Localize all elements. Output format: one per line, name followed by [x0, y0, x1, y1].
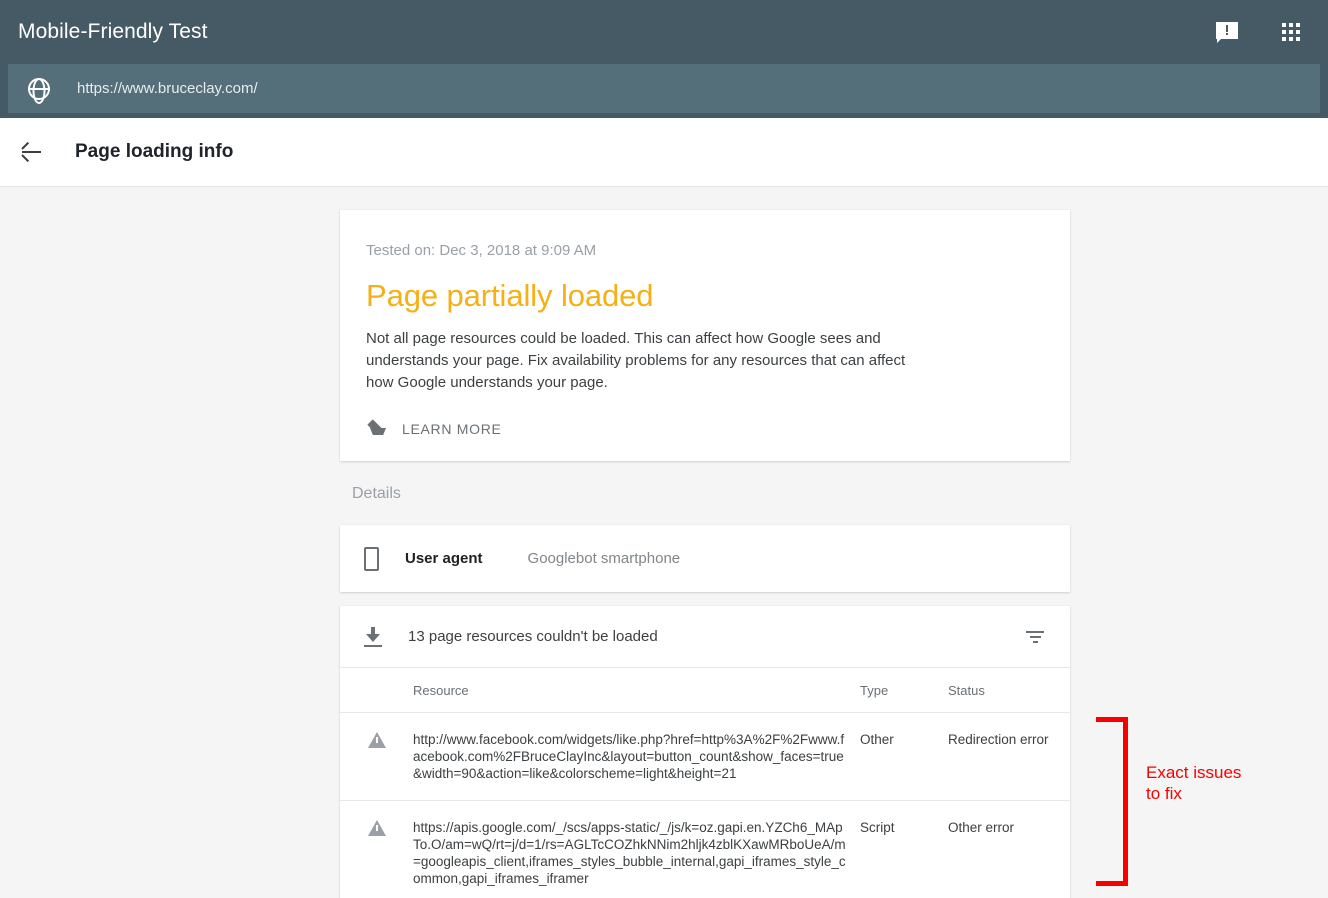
annotation-text: Exact issues to fix — [1146, 762, 1241, 804]
download-icon — [364, 626, 382, 647]
url-value: https://www.bruceclay.com/ — [77, 80, 258, 97]
column-header-resource: Resource — [413, 682, 469, 698]
resource-type: Script — [860, 820, 895, 835]
warning-triangle-icon — [367, 732, 386, 748]
feedback-bubble-icon — [1216, 21, 1238, 43]
page-resources-heading: 13 page resources couldn't be loaded — [408, 628, 658, 645]
page-title: Page loading info — [75, 141, 234, 162]
url-input[interactable]: https://www.bruceclay.com/ — [8, 64, 1320, 113]
table-row[interactable]: https://apis.google.com/_/scs/apps-stati… — [340, 801, 1070, 898]
app-title: Mobile-Friendly Test — [18, 20, 208, 43]
resource-status: Other error — [948, 820, 1015, 835]
graduation-cap-icon — [366, 419, 390, 439]
table-header-row: Resource Type Status — [340, 668, 1070, 713]
url-bar-container: https://www.bruceclay.com/ — [0, 64, 1328, 118]
row-icon-cell — [340, 819, 413, 836]
user-agent-value: Googlebot smartphone — [527, 550, 681, 567]
status-description: Not all page resources could be loaded. … — [366, 330, 906, 391]
resources-table: Resource Type Status http://www.facebook… — [340, 668, 1070, 898]
resource-status: Redirection error — [948, 732, 1049, 747]
learn-more-label: LEARN MORE — [402, 421, 502, 437]
resource-type: Other — [860, 732, 894, 747]
annotation-line-2: to fix — [1146, 784, 1182, 803]
status-summary-card: Tested on: Dec 3, 2018 at 9:09 AM Page p… — [340, 210, 1070, 461]
apps-grid-icon[interactable] — [1272, 13, 1310, 51]
column-header-status: Status — [948, 682, 985, 698]
tested-on-text: Tested on: Dec 3, 2018 at 9:09 AM — [366, 242, 597, 259]
resource-url: https://apis.google.com/_/scs/apps-stati… — [413, 820, 846, 886]
annotation-line-1: Exact issues — [1146, 763, 1242, 782]
arrow-left-icon — [21, 151, 41, 153]
page-resources-header: 13 page resources couldn't be loaded — [340, 606, 1070, 668]
warning-triangle-icon — [367, 820, 386, 836]
status-heading: Page partially loaded — [366, 278, 654, 313]
user-agent-label: User agent — [405, 550, 483, 567]
globe-icon — [28, 77, 50, 100]
page-resources-card: 13 page resources couldn't be loaded Res… — [340, 606, 1070, 898]
filter-icon[interactable] — [1024, 628, 1046, 646]
back-button[interactable] — [11, 132, 51, 172]
table-header-icon-cell — [340, 690, 413, 691]
table-row[interactable]: http://www.facebook.com/widgets/like.php… — [340, 713, 1070, 801]
content-area: Tested on: Dec 3, 2018 at 9:09 AM Page p… — [0, 188, 1328, 898]
column-header-type: Type — [860, 682, 889, 698]
row-icon-cell — [340, 731, 413, 748]
feedback-icon[interactable] — [1208, 13, 1246, 51]
user-agent-card: User agent Googlebot smartphone — [340, 525, 1070, 592]
app-bar: Mobile-Friendly Test — [0, 0, 1328, 64]
page-sub-header: Page loading info — [0, 118, 1328, 187]
resource-url: http://www.facebook.com/widgets/like.php… — [413, 732, 845, 781]
learn-more-link[interactable]: LEARN MORE — [366, 419, 502, 439]
mobile-phone-icon — [364, 546, 379, 571]
details-section-label: Details — [352, 485, 401, 502]
